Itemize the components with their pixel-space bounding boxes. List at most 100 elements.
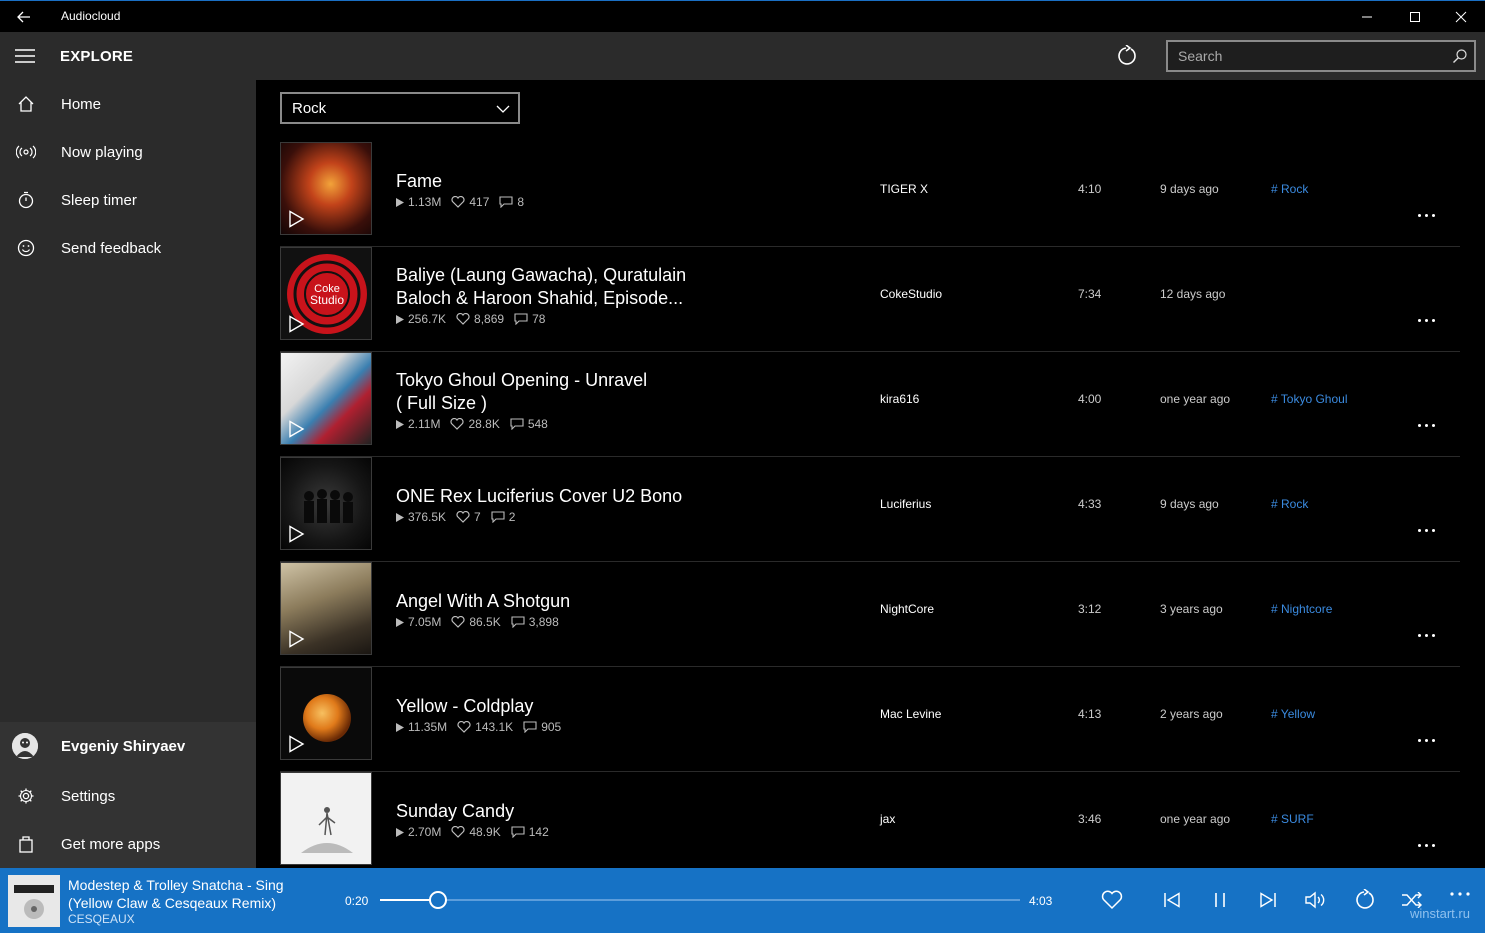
sidebar-item-user[interactable]: Evgeniy Shiryaev [0,722,256,770]
track-row[interactable]: Fame 1.13M 417 8 TIGER X 4:10 9 days ago… [280,142,1460,247]
more-options-button[interactable] [1412,838,1440,852]
play-icon[interactable] [287,630,305,648]
sidebar-item-get-more-apps[interactable]: Get more apps [0,820,256,868]
more-options-button[interactable] [1412,208,1440,222]
sidebar-item-now-playing[interactable]: Now playing [0,128,256,176]
volume-icon [1305,891,1325,909]
like-button[interactable] [1099,888,1125,912]
broadcast-icon [14,140,38,164]
page-title: EXPLORE [60,48,134,65]
track-tag[interactable]: # Yellow [1271,707,1315,721]
track-row[interactable]: Tokyo Ghoul Opening - Unravel( Full Size… [280,352,1460,457]
volume-button[interactable] [1303,888,1329,912]
play-count: 11.35M [408,720,448,734]
genre-dropdown[interactable]: Rock [280,92,520,124]
track-row[interactable]: Yellow - Coldplay 11.35M 143.1K 905 Mac … [280,667,1460,772]
sidebar-item-label: Settings [61,787,116,805]
more-options-button[interactable] [1412,523,1440,537]
track-row[interactable]: Coke Studio Baliye (Laung Gawacha), Qurat… [280,247,1460,352]
track-stats: 2.11M 28.8K 548 [396,417,548,431]
next-button[interactable] [1255,888,1281,912]
track-artwork [280,667,372,760]
play-count-icon [396,617,404,627]
menu-button[interactable] [12,44,38,68]
search-input[interactable] [1168,42,1438,70]
play-icon[interactable] [287,735,305,753]
track-artist[interactable]: kira616 [880,392,919,406]
refresh-button[interactable] [1110,40,1142,72]
now-playing-artist[interactable]: CESQEAUX [68,912,135,926]
track-artist[interactable]: jax [880,812,895,826]
maximize-button[interactable] [1391,1,1439,33]
play-count-icon [396,512,404,522]
track-row[interactable]: Sunday Candy 2.70M 48.9K 142 jax 3:46 on… [280,772,1460,868]
heart-icon [451,196,465,208]
play-count-icon [396,827,404,837]
track-row[interactable]: Angel With A Shotgun 7.05M 86.5K 3,898 N… [280,562,1460,667]
repeat-button[interactable] [1351,888,1377,912]
close-button[interactable] [1437,1,1485,33]
track-artist[interactable]: TIGER X [880,182,928,196]
play-icon[interactable] [287,525,305,543]
track-tag[interactable]: # Rock [1271,497,1308,511]
more-options-button[interactable] [1412,628,1440,642]
track-tag[interactable]: # Rock [1271,182,1308,196]
track-artist[interactable]: NightCore [880,602,934,616]
sidebar-item-home[interactable]: Home [0,80,256,128]
comment-icon [491,511,505,523]
previous-button[interactable] [1159,888,1185,912]
heart-icon [456,313,470,325]
more-options-button[interactable] [1447,882,1473,906]
comment-icon [523,721,537,733]
track-artist[interactable]: CokeStudio [880,287,942,301]
search-icon[interactable] [1452,48,1468,64]
track-duration: 4:13 [1078,707,1102,721]
repeat-icon [1356,889,1374,909]
sidebar-item-settings[interactable]: Settings [0,772,256,820]
comment-count: 78 [532,312,546,326]
heart-icon [451,826,465,838]
more-options-button[interactable] [1412,418,1440,432]
minimize-icon [1362,16,1372,18]
app-header: EXPLORE [0,32,1485,80]
minimize-button[interactable] [1343,1,1391,33]
track-artist[interactable]: Luciferius [880,497,931,511]
play-icon[interactable] [287,315,305,333]
track-title: Fame [396,171,443,191]
more-icon [1450,892,1470,896]
track-artwork [280,352,372,445]
track-age: one year ago [1160,812,1231,826]
track-artist[interactable]: Mac Levine [880,707,941,721]
more-options-button[interactable] [1412,313,1440,327]
seek-thumb[interactable] [428,891,447,909]
play-icon[interactable] [287,420,305,438]
svg-text:Studio: Studio [310,293,344,307]
comment-icon [514,313,528,325]
refresh-icon [1118,45,1136,65]
genre-selected-value: Rock [292,100,327,117]
play-count: 1.13M [408,195,442,209]
play-count: 2.11M [408,417,441,431]
track-row[interactable]: ONE Rex Luciferius Cover U2 Bono 376.5K … [280,457,1460,562]
heart-icon [451,616,465,628]
now-playing-title[interactable]: Modestep & Trolley Snatcha - Sing (Yellow… [68,876,308,912]
more-options-button[interactable] [1412,733,1440,747]
track-tag[interactable]: # Tokyo Ghoul [1271,392,1348,406]
user-name: Evgeniy Shiryaev [61,737,186,755]
now-playing-artwork[interactable] [8,875,60,927]
track-age: 12 days ago [1160,287,1226,301]
track-tag[interactable]: # SURF [1271,812,1314,826]
play-icon[interactable] [287,210,305,228]
back-button[interactable] [10,5,38,29]
current-time: 0:20 [345,894,369,908]
sidebar-item-send-feedback[interactable]: Send feedback [0,224,256,272]
play-count-icon [396,419,404,429]
track-age: 3 years ago [1160,602,1223,616]
pause-button[interactable] [1207,888,1233,912]
seek-slider[interactable] [380,891,1020,909]
back-arrow-icon [17,11,30,23]
sidebar: Home Now playing Sleep timer Send feedba… [0,80,256,868]
track-tag[interactable]: # Nightcore [1271,602,1332,616]
sidebar-item-sleep-timer[interactable]: Sleep timer [0,176,256,224]
track-title: Baliye (Laung Gawacha), Quratulain Baloch… [396,265,687,308]
